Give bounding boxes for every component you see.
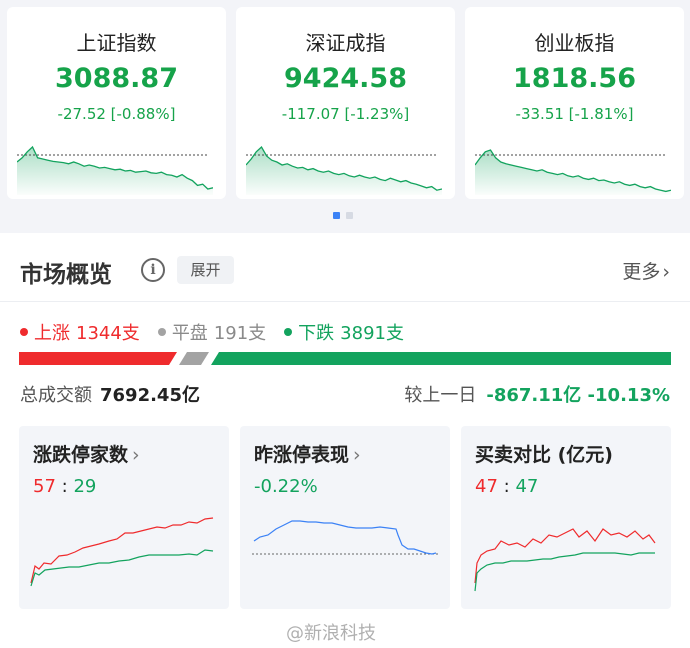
buy-sell-chart [474,528,656,592]
index-change: -117.07 [-1.23%] [281,105,410,123]
card-title-text: 昨涨停表现 [254,444,350,466]
up-count: 1344支 [76,323,140,344]
down-label: 下跌 [298,323,335,344]
index-sparkline [246,145,442,195]
ratio-separator: : [503,476,510,497]
index-name: 深证成指 [305,31,386,55]
market-overview-panel: 市场概览 i 展开 更多 › 上涨 1344支 平盘 191支 下跌 3891支 … [0,233,690,648]
up-dot-icon [20,328,28,336]
index-value: 9424.58 [284,63,407,94]
limit-up-line [30,517,214,584]
breadth-bar [19,352,671,365]
carousel-pager[interactable] [333,212,353,219]
index-value: 3088.87 [55,63,178,94]
chevron-right-icon: › [662,261,670,283]
compare-value: -867.11亿 -10.13% [486,385,670,406]
sparkline-area [246,147,442,195]
chevron-right-icon: › [353,444,361,466]
divider [0,301,690,302]
more-link[interactable]: 更多 › [622,257,670,284]
ratio-separator: : [61,476,68,497]
sell-line [474,552,655,592]
pager-dot-active[interactable] [333,212,340,219]
down-dot-icon [284,328,293,336]
index-card-cy[interactable]: 创业板指 1818.56 -33.51 [-1.81%] [465,7,684,199]
buy-value: 47 [475,476,498,497]
breadth-up: 上涨 1344支 [20,319,140,345]
sparkline-area [475,150,671,195]
index-card-sz[interactable]: 深证成指 9424.58 -117.07 [-1.23%] [236,7,455,199]
card-title: 昨涨停表现 › [254,440,361,467]
yesterday-limit-chart [252,520,438,555]
section-title: 市场概览 [20,262,112,288]
card-value: -0.22% [254,476,318,497]
breadth-flat: 平盘 191支 [157,319,267,345]
turnover-compare: 较上一日 -867.11亿 -10.13% [404,381,670,407]
yesterday-limit-card[interactable]: 昨涨停表现 › -0.22% [240,426,450,609]
market-breadth: 上涨 1344支 平盘 191支 下跌 3891支 [20,319,404,345]
expand-button[interactable]: 展开 [177,256,234,284]
more-label: 更多 [622,261,661,283]
card-value: 57 : 29 [33,476,96,497]
index-change: -33.51 [-1.81%] [515,105,634,123]
compare-label: 较上一日 [404,385,477,406]
sparkline-area [17,147,213,195]
turnover-value: 7692.45亿 [100,385,200,406]
sell-value: 47 [515,476,539,497]
card-value: 47 : 47 [475,476,538,497]
limit-counts-card[interactable]: 涨跌停家数 › 57 : 29 [19,426,229,609]
flat-count: 191支 [213,323,267,344]
limit-down-count: 29 [73,476,97,497]
pager-dot[interactable] [346,212,353,219]
index-sparkline [475,149,671,195]
index-name: 上证指数 [76,31,157,55]
index-carousel[interactable]: 上证指数 3088.87 -27.52 [-0.88%] 深证成指 9424.5… [7,7,684,199]
limit-up-count: 57 [33,476,56,497]
card-title: 买卖对比 (亿元) [475,444,613,466]
watermark: @新浪科技 [286,623,376,644]
breadth-down: 下跌 3891支 [284,319,404,345]
turnover-label: 总成交额 [20,385,92,406]
limit-down-line [30,549,214,587]
up-label: 上涨 [34,323,70,344]
card-title-text: 涨跌停家数 [33,444,129,466]
performance-line [253,520,437,555]
breadth-bar-up [19,352,177,365]
index-name: 创业板指 [534,31,615,55]
index-change: -27.52 [-0.88%] [57,105,176,123]
index-card-sh[interactable]: 上证指数 3088.87 -27.52 [-0.88%] [7,7,226,199]
flat-dot-icon [157,328,166,336]
index-value: 1818.56 [513,63,636,94]
down-count: 3891支 [340,323,404,344]
info-icon[interactable]: i [141,258,165,282]
breadth-bar-flat [179,352,209,365]
limit-counts-chart [30,517,214,587]
turnover: 总成交额 7692.45亿 [20,381,200,407]
buy-sell-card[interactable]: 买卖对比 (亿元) 47 : 47 [461,426,671,609]
chevron-right-icon: › [132,444,140,466]
index-sparkline [17,145,213,195]
card-title: 涨跌停家数 › [33,440,140,467]
flat-label: 平盘 [171,323,208,344]
breadth-bar-down [211,352,671,365]
